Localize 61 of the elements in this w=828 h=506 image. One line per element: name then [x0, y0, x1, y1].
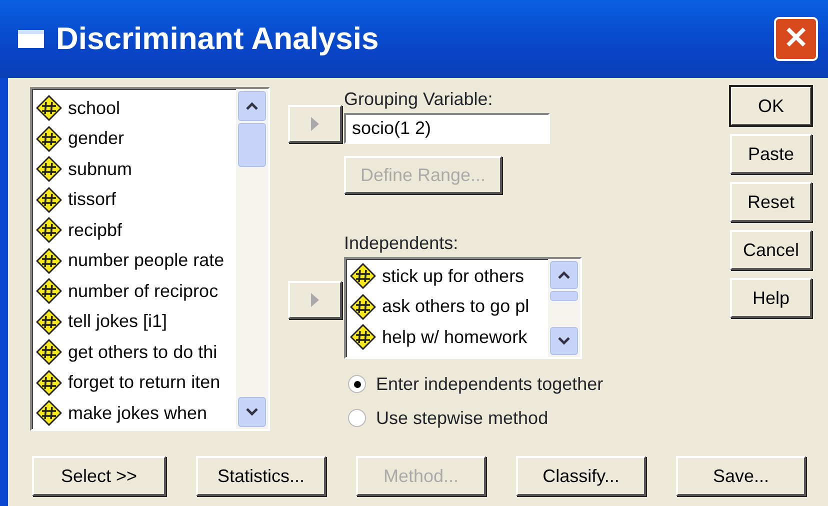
variable-name[interactable]: forget to return iten — [68, 369, 220, 396]
numeric-variable-icon — [36, 95, 62, 122]
grouping-variable-field[interactable]: socio(1 2) — [344, 113, 550, 144]
radio-label[interactable]: Use stepwise method — [376, 404, 548, 432]
window-icon — [18, 30, 44, 48]
scrollbar[interactable] — [548, 259, 580, 357]
dialog-button[interactable]: OK — [730, 86, 812, 126]
numeric-variable-icon — [350, 324, 376, 350]
numeric-variable-icon — [36, 186, 62, 213]
variable-name[interactable]: tissorf — [68, 186, 116, 214]
variable-name[interactable]: make jokes when — [68, 400, 208, 427]
numeric-variable-icon — [350, 294, 376, 320]
variable-name[interactable]: ask others to go pl — [382, 293, 530, 320]
numeric-variable-icon — [36, 156, 62, 182]
independents-list[interactable]: stick up for others ask others to go pl help w/ homework — [344, 257, 582, 359]
variable-name[interactable]: get others to do thi — [68, 338, 218, 366]
variable-name[interactable]: tell jokes [i1] — [68, 308, 168, 336]
dialog-button[interactable]: Reset — [730, 182, 812, 222]
close-button[interactable]: ✕ — [774, 17, 818, 61]
variable-list[interactable]: school gender subnum tissorf recipbf number people rate number of reciproc tell jokes [i1] get others to do thi forget to return iten make jokes when — [30, 87, 270, 431]
scroll-down-icon[interactable] — [550, 327, 578, 355]
scroll-thumb[interactable] — [550, 291, 578, 301]
numeric-variable-icon — [36, 370, 62, 396]
numeric-variable-icon — [36, 126, 62, 152]
dialog-button[interactable]: Paste — [730, 134, 812, 174]
triangle-icon — [311, 117, 319, 131]
variable-name[interactable]: recipbf — [68, 216, 122, 244]
dialog-button[interactable]: Save... — [676, 456, 806, 496]
scrollbar[interactable] — [236, 89, 268, 429]
window-title: Discriminant Analysis — [56, 20, 380, 58]
numeric-variable-icon — [36, 217, 62, 244]
scroll-down-icon[interactable] — [238, 397, 266, 427]
variable-name[interactable]: number people rate — [68, 247, 224, 274]
independents-label: Independents: — [344, 232, 460, 255]
numeric-variable-icon — [36, 400, 62, 426]
radio-label[interactable]: Enter independents together — [376, 370, 604, 398]
variable-name[interactable]: number of reciproc — [68, 278, 218, 305]
scroll-up-icon[interactable] — [238, 91, 266, 121]
radio-button[interactable] — [348, 409, 366, 427]
dialog-button[interactable]: Help — [730, 278, 812, 318]
dialog-button[interactable]: Classify... — [516, 456, 646, 496]
numeric-variable-icon — [36, 248, 62, 274]
numeric-variable-icon — [36, 339, 62, 366]
scroll-thumb[interactable] — [238, 123, 266, 167]
variable-name[interactable]: stick up for others — [382, 262, 524, 290]
dialog-button[interactable]: Select >> — [32, 456, 166, 496]
move-right-button[interactable] — [288, 281, 342, 319]
radio-button[interactable] — [348, 375, 366, 393]
variable-name[interactable]: gender — [68, 125, 124, 152]
move-right-button[interactable] — [288, 105, 342, 143]
dialog-button[interactable]: Cancel — [730, 230, 812, 270]
variable-name[interactable]: help w/ homework — [382, 324, 528, 351]
numeric-variable-icon — [350, 263, 376, 290]
dialog-button[interactable]: Statistics... — [196, 456, 326, 496]
numeric-variable-icon — [36, 278, 62, 304]
numeric-variable-icon — [36, 308, 62, 335]
triangle-icon — [311, 293, 319, 307]
grouping-variable-label: Grouping Variable: — [344, 88, 494, 111]
scroll-up-icon[interactable] — [550, 261, 578, 289]
variable-name[interactable]: subnum — [68, 156, 132, 183]
variable-name[interactable]: school — [68, 94, 120, 122]
